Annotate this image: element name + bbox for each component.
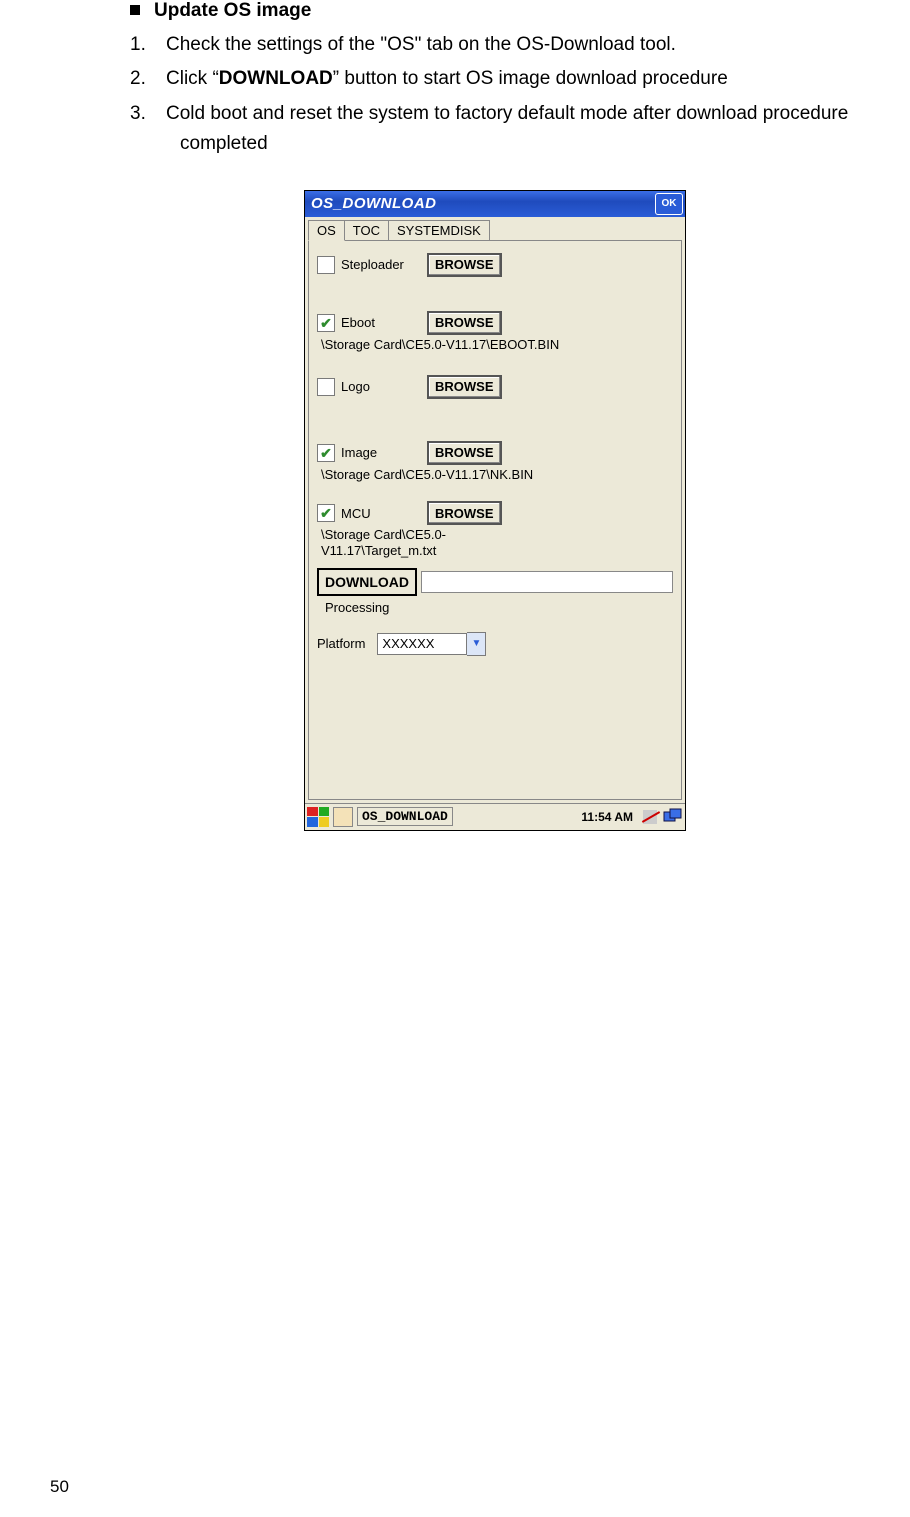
taskbar-app-icon[interactable] xyxy=(333,807,353,827)
checkbox-mcu[interactable]: ✔ xyxy=(317,504,335,522)
browse-mcu-button[interactable]: BROWSE xyxy=(427,501,502,525)
label-image: Image xyxy=(341,445,421,460)
path-mcu: \Storage Card\CE5.0-V11.17\Target_m.txt xyxy=(321,527,521,560)
checkbox-logo[interactable] xyxy=(317,378,335,396)
step-2: 2.Click “DOWNLOAD” button to start OS im… xyxy=(130,64,860,94)
checkbox-steploader[interactable] xyxy=(317,256,335,274)
tab-systemdisk[interactable]: SYSTEMDISK xyxy=(388,220,490,240)
tab-os[interactable]: OS xyxy=(308,220,345,241)
platform-combo[interactable]: ▼ xyxy=(377,633,486,655)
step-1: 1.Check the settings of the "OS" tab on … xyxy=(130,30,860,60)
step-text: Check the settings of the "OS" tab on th… xyxy=(166,34,676,55)
row-logo: Logo BROWSE xyxy=(317,375,673,399)
row-mcu: ✔ MCU BROWSE xyxy=(317,501,673,525)
step-3: 3.Cold boot and reset the system to fact… xyxy=(130,99,860,160)
heading-text: Update OS image xyxy=(154,0,311,21)
steps-list: 1.Check the settings of the "OS" tab on … xyxy=(130,30,860,160)
step-num: 2. xyxy=(130,64,166,94)
path-eboot: \Storage Card\CE5.0-V11.17\EBOOT.BIN xyxy=(321,337,673,353)
label-mcu: MCU xyxy=(341,506,421,521)
download-button[interactable]: DOWNLOAD xyxy=(317,568,417,596)
tab-toc[interactable]: TOC xyxy=(344,220,389,240)
section-heading: Update OS image xyxy=(130,0,860,22)
step-text-bold: DOWNLOAD xyxy=(219,68,333,89)
processing-label: Processing xyxy=(325,600,673,615)
row-steploader: Steploader BROWSE xyxy=(317,253,673,277)
step-text-pre: Click “ xyxy=(166,68,219,89)
path-image: \Storage Card\CE5.0-V11.17\NK.BIN xyxy=(321,467,673,483)
screens-icon[interactable] xyxy=(663,808,683,826)
label-steploader: Steploader xyxy=(341,257,421,272)
screenshot-figure: OS_DOWNLOAD OK OS TOC SYSTEMDISK Steploa… xyxy=(130,190,860,831)
row-eboot: ✔ Eboot BROWSE xyxy=(317,311,673,335)
label-logo: Logo xyxy=(341,379,421,394)
ok-button[interactable]: OK xyxy=(655,193,683,215)
platform-input[interactable] xyxy=(377,633,467,655)
step-num: 1. xyxy=(130,30,166,60)
browse-logo-button[interactable]: BROWSE xyxy=(427,375,502,399)
download-row: DOWNLOAD xyxy=(317,568,673,596)
browse-eboot-button[interactable]: BROWSE xyxy=(427,311,502,335)
step-text: Cold boot and reset the system to factor… xyxy=(166,103,848,154)
browse-steploader-button[interactable]: BROWSE xyxy=(427,253,502,277)
label-eboot: Eboot xyxy=(341,315,421,330)
checkbox-eboot[interactable]: ✔ xyxy=(317,314,335,332)
platform-label: Platform xyxy=(317,636,365,651)
browse-image-button[interactable]: BROWSE xyxy=(427,441,502,465)
row-image: ✔ Image BROWSE xyxy=(317,441,673,465)
progress-bar xyxy=(421,571,673,593)
title-bar: OS_DOWNLOAD OK xyxy=(305,191,685,217)
network-disabled-icon[interactable] xyxy=(641,808,659,826)
start-icon[interactable] xyxy=(307,807,329,827)
step-num: 3. xyxy=(130,99,166,129)
window-title: OS_DOWNLOAD xyxy=(311,195,437,212)
checkbox-image[interactable]: ✔ xyxy=(317,444,335,462)
tab-strip: OS TOC SYSTEMDISK xyxy=(305,217,685,240)
chevron-down-icon[interactable]: ▼ xyxy=(467,632,486,656)
page-number: 50 xyxy=(50,1477,69,1497)
step-text-post: ” button to start OS image download proc… xyxy=(333,68,728,89)
tab-panel-os: Steploader BROWSE ✔ Eboot BROWSE \Storag… xyxy=(308,240,682,800)
taskbar: OS_DOWNLOAD 11:54 AM xyxy=(305,803,685,830)
taskbar-app-label[interactable]: OS_DOWNLOAD xyxy=(357,807,453,826)
device-window: OS_DOWNLOAD OK OS TOC SYSTEMDISK Steploa… xyxy=(304,190,686,831)
platform-row: Platform ▼ xyxy=(317,633,673,655)
bullet-icon xyxy=(130,5,140,15)
taskbar-time: 11:54 AM xyxy=(577,810,637,824)
